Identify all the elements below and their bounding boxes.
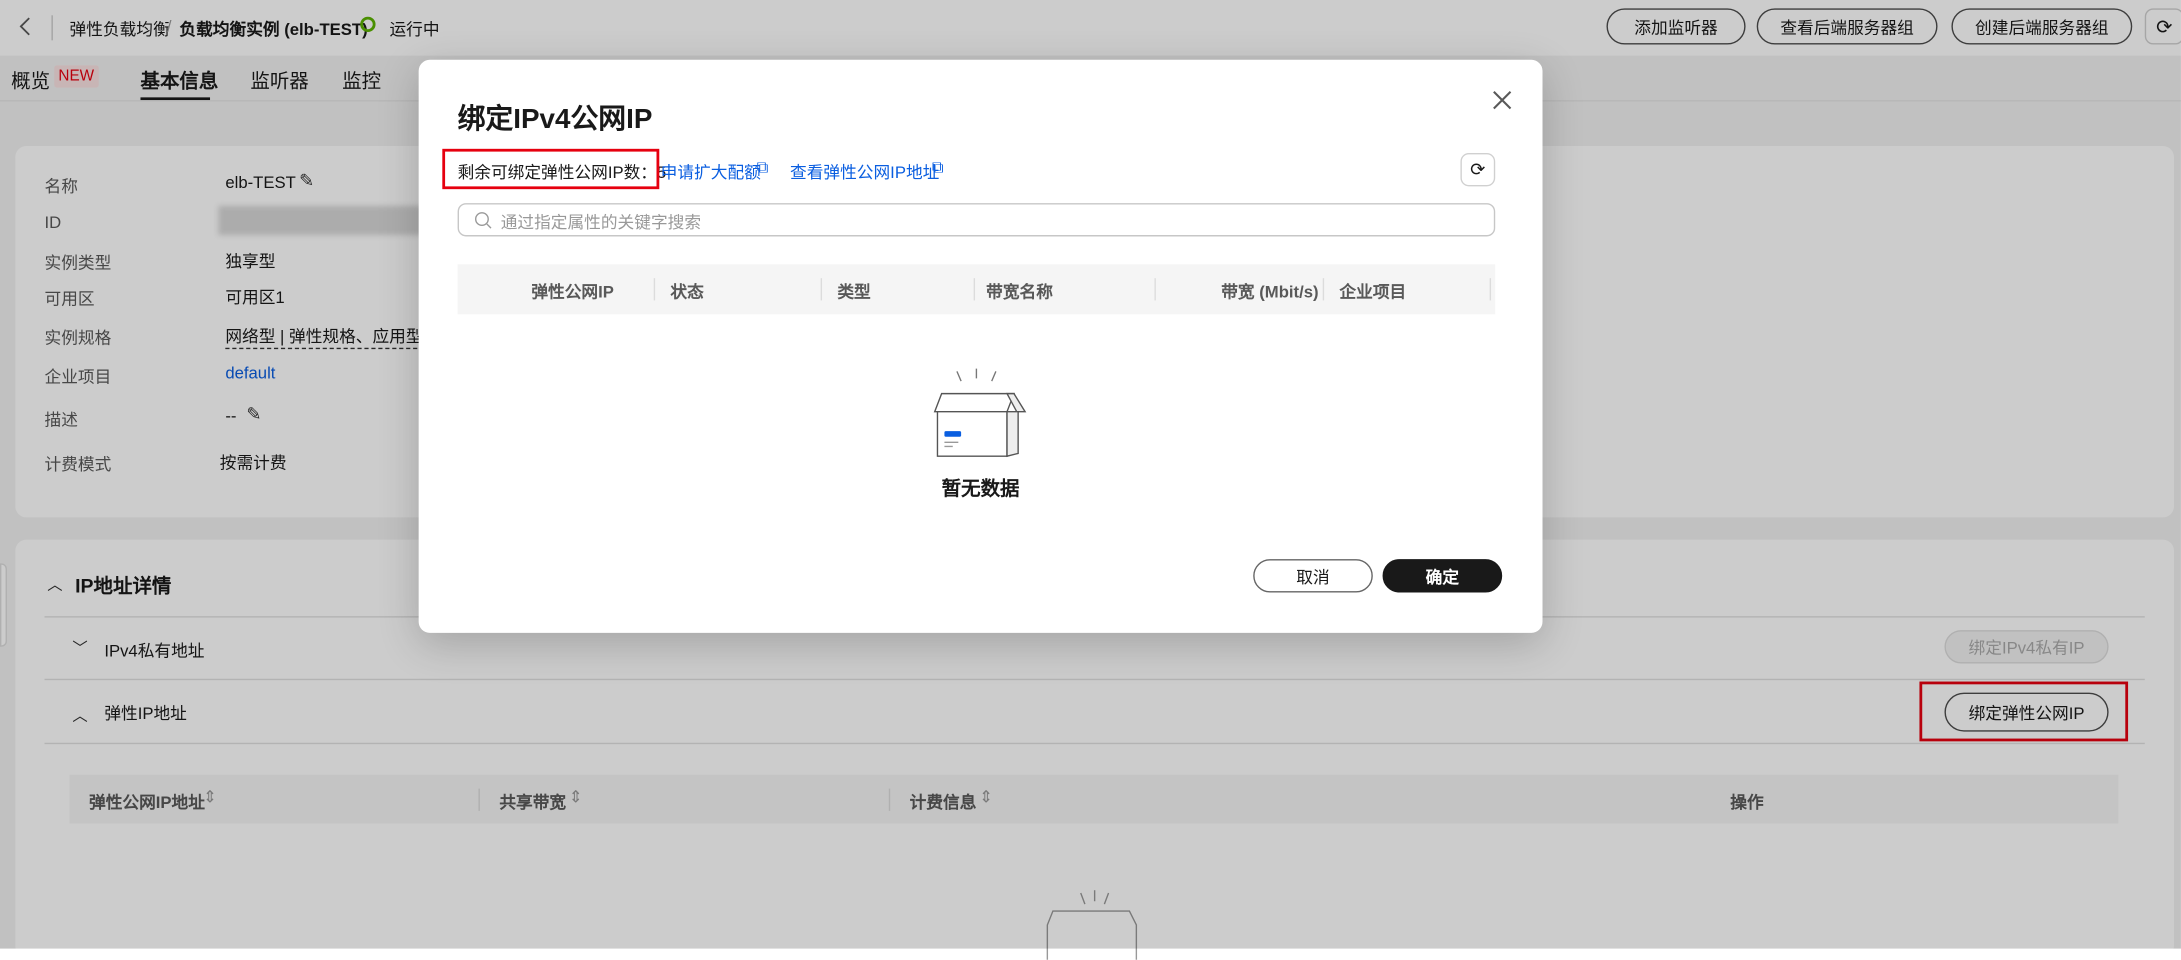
col-sep (973, 278, 976, 301)
dialog-title: 绑定IPv4公网IP (457, 104, 653, 135)
col-bandwidth: 带宽 (Mbit/s) (1221, 282, 1319, 302)
refresh-icon: ⟳ (1470, 158, 1486, 180)
col-sep (653, 278, 656, 301)
col-eip: 弹性公网IP (531, 282, 614, 302)
bind-ipv4-eip-dialog: 绑定IPv4公网IP 剩余可绑定弹性公网IP数：5 申请扩大配额 ⧉ 查看弹性公… (418, 59, 1543, 633)
empty-text: 暂无数据 (941, 477, 1020, 500)
col-status: 状态 (670, 282, 704, 302)
search-icon (474, 212, 492, 229)
col-type: 类型 (837, 282, 871, 302)
search-input[interactable]: 通过指定属性的关键字搜索 (457, 203, 1496, 237)
col-sep (1154, 278, 1156, 301)
apply-quota-link[interactable]: 申请扩大配额 (661, 160, 761, 184)
col-bandwidth-name: 带宽名称 (986, 282, 1053, 302)
col-enterprise-project: 企业项目 (1339, 282, 1407, 302)
empty-box-icon (933, 368, 1027, 458)
search-placeholder: 通过指定属性的关键字搜索 (500, 212, 702, 233)
external-link-icon[interactable]: ⧉ (757, 157, 769, 178)
dialog-table-header: 弹性公网IP 状态 类型 带宽名称 带宽 (Mbit/s) 企业项目 (457, 264, 1496, 315)
confirm-button[interactable]: 确定 (1382, 559, 1503, 593)
cancel-button[interactable]: 取消 (1253, 559, 1373, 593)
col-sep (1322, 278, 1325, 301)
view-eip-link[interactable]: 查看弹性公网IP地址 (790, 160, 939, 184)
close-icon[interactable] (1492, 90, 1512, 110)
col-sep (1489, 278, 1492, 301)
highlight-box (442, 148, 660, 190)
dialog-refresh-button[interactable]: ⟳ (1460, 152, 1496, 187)
col-sep (820, 278, 823, 301)
external-link-icon[interactable]: ⧉ (932, 157, 944, 178)
